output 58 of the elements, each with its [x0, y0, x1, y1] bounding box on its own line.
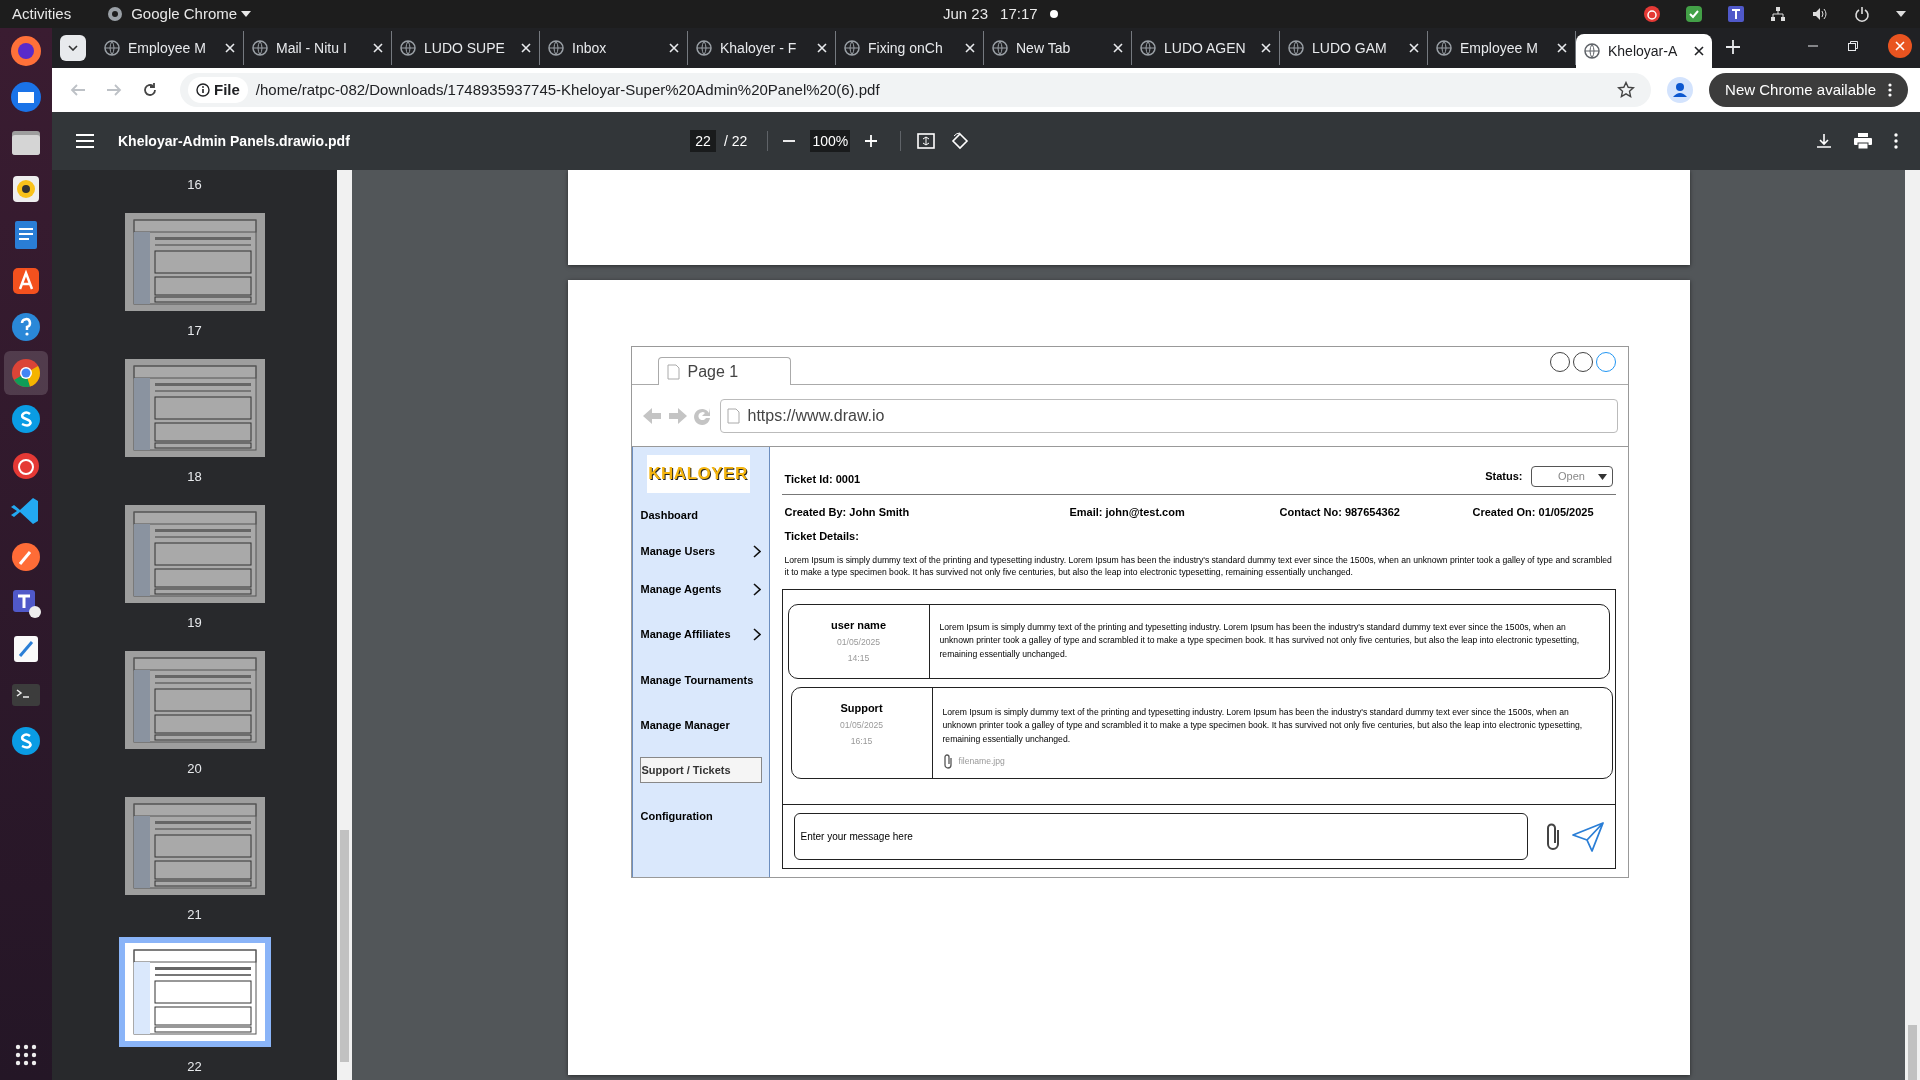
page-count: / 22 [724, 131, 748, 151]
menu-item[interactable]: Manage Agents [640, 579, 761, 599]
page-number: 16 [187, 176, 202, 194]
message-time: 14:15 [847, 651, 870, 665]
menu-item[interactable]: Configuration [640, 806, 761, 826]
address-bar[interactable]: File /home/ratpc-082/Downloads/1748935937745-Kheloyar-Super%20Admin%20Panel%20(6).pdf [180, 73, 1652, 107]
browser-tab[interactable]: Inbox [540, 31, 688, 65]
message-sender: Support [840, 700, 883, 716]
message-text: Lorem Ipsum is simply dummy text of the printing and typesetting industry. Lorem Ipsum has been the industry's standard dummy text ever since the 1500s, when an unknown printer took a galley of type and scrambled it to make a type specimen book. It has survived not only five centuries, but also the leap into electronic typesetting, remaining essentially unchanged. [939, 620, 1581, 661]
browser-tab[interactable]: Fixing onCh [836, 31, 984, 65]
menu-item[interactable]: Dashboard [640, 505, 761, 525]
url-text: /home/ratpc-082/Downloads/1748935937745-Kheloyar-Super%20Admin%20Panel%20(6).pdf [255, 80, 880, 98]
page-number: 18 [187, 468, 202, 486]
ticket-id: Ticket Id: 0001 [784, 472, 861, 487]
logo: KHALOYER [646, 455, 750, 493]
menu-item[interactable]: Manage Manager [640, 715, 761, 735]
ticket-info: Email: john@test.com [1069, 504, 1186, 520]
zoom-field[interactable]: 100% [810, 130, 851, 152]
browser-tab[interactable]: Khaloyer - F [688, 31, 836, 65]
page-number: 17 [187, 322, 202, 340]
browser-tab[interactable]: Kheloyar-A [1576, 34, 1712, 68]
section-label: Ticket Details: [783, 529, 860, 544]
clock-date[interactable]: Jun 23 [943, 2, 989, 26]
clock-time[interactable]: 17:17 [1000, 2, 1038, 26]
browser-tab[interactable]: LUDO AGEN [1132, 31, 1280, 65]
message-time: 16:15 [850, 734, 873, 748]
ticket-description: Lorem Ipsum is simply dummy text of the printing and typesetting industry. Lorem Ipsum has been the industry's standard dummy text ever since the 1500s, when an unknown printer took a galley of type and scrambled it to make a type specimen book. It has survived not only five centuries, but also the leap into electronic typesetting, remaining essentially unchanged. [783, 553, 1613, 578]
update-button[interactable]: New Chrome available [1709, 73, 1908, 107]
activities-button[interactable]: Activities [12, 2, 72, 26]
status-label: Status: [1485, 469, 1523, 484]
page-number-field[interactable]: 22 [690, 130, 716, 152]
message-date: 01/05/2025 [837, 636, 880, 649]
menu-item[interactable]: Manage Tournaments [640, 670, 761, 690]
site-info-chip[interactable]: File [188, 77, 248, 103]
url-field: https://www.draw.io [719, 398, 1618, 433]
browser-tab[interactable]: Mail - Nitu I [244, 31, 392, 65]
page-number: 22 [187, 1058, 202, 1076]
ticket-info: Contact No: 987654362 [1279, 504, 1401, 520]
menu-item[interactable]: Support / Tickets [639, 757, 762, 783]
page-number: 19 [187, 614, 202, 632]
message-date: 01/05/2025 [840, 719, 883, 732]
ticket-info: Created By: John Smith [784, 504, 911, 520]
message-sender: user name [831, 617, 886, 633]
browser-tab[interactable]: New Tab [984, 31, 1132, 65]
browser-tab[interactable]: LUDO SUPE [392, 31, 540, 65]
status-dropdown[interactable]: Open [1530, 465, 1613, 487]
browser-tab[interactable]: LUDO GAM [1280, 31, 1428, 65]
page-number: 20 [187, 760, 202, 778]
app-menu[interactable]: Google Chrome [131, 2, 252, 26]
browser-tab[interactable]: Employee M [96, 31, 244, 65]
ticket-info: Created On: 01/05/2025 [1472, 504, 1595, 520]
message-text: Lorem Ipsum is simply dummy text of the printing and typesetting industry. Lorem Ipsum has been the industry's standard dummy text ever since the 1500s, when an unknown printer took a galley of type and scrambled it to make a type specimen book. It has survived not only five centuries, but also the leap into electronic typesetting, remaining essentially unchanged. [942, 705, 1584, 746]
menu-item[interactable]: Manage Affiliates [640, 624, 761, 644]
page-tab[interactable]: Page 1 [657, 357, 791, 385]
menu-item[interactable]: Manage Users [640, 541, 761, 561]
page-number: 21 [187, 906, 202, 924]
message-input-field[interactable]: Enter your message here [793, 813, 1528, 860]
document-title: Kheloyar-Admin Panels.drawio.pdf [118, 131, 350, 151]
